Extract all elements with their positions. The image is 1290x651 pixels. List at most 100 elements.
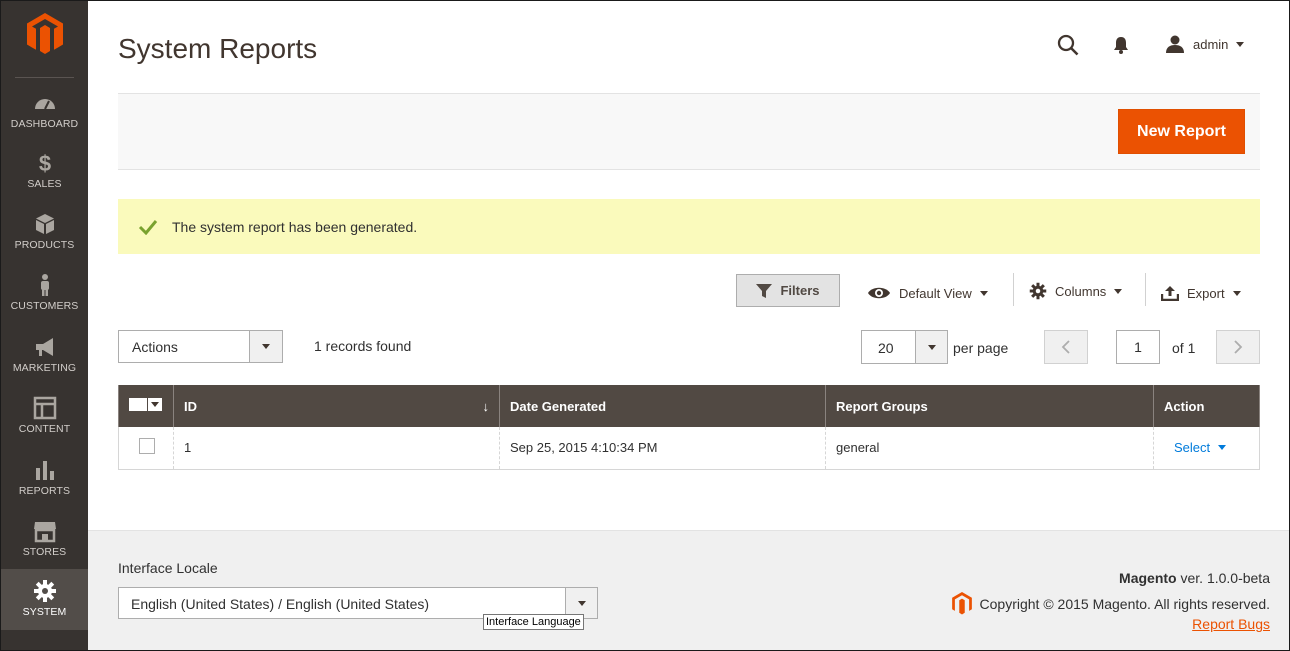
prev-page-button[interactable]: [1044, 330, 1088, 364]
sort-desc-icon: ↓: [482, 398, 490, 414]
report-bugs-link[interactable]: Report Bugs: [1192, 616, 1270, 632]
columns-control[interactable]: Columns: [1029, 282, 1123, 300]
new-report-button[interactable]: New Report: [1118, 109, 1245, 154]
dollar-icon: $: [38, 151, 50, 175]
row-action-select[interactable]: Select: [1174, 440, 1227, 455]
column-header-date[interactable]: Date Generated: [499, 385, 826, 427]
sidebar-item-label: REPORTS: [18, 485, 71, 497]
store-icon: [33, 522, 56, 543]
cell-date: Sep 25, 2015 4:10:34 PM: [499, 427, 826, 470]
sidebar-item-label: SALES: [27, 178, 62, 190]
next-page-button[interactable]: [1216, 330, 1260, 364]
sidebar-item-sales[interactable]: $ SALES: [1, 151, 88, 211]
sidebar-item-label: STORES: [22, 546, 67, 558]
sidebar-item-label: DASHBOARD: [10, 118, 79, 130]
gear-icon: [1029, 282, 1047, 300]
version-text: ver. 1.0.0-beta: [1176, 570, 1270, 586]
copyright: Copyright © 2015 Magento. All rights res…: [951, 592, 1270, 615]
sidebar-item-label: PRODUCTS: [14, 239, 75, 251]
user-menu[interactable]: admin: [1165, 34, 1245, 54]
column-header-id[interactable]: ID ↓: [173, 385, 500, 427]
per-page-select[interactable]: 20: [861, 330, 948, 364]
table-row[interactable]: 1 Sep 25, 2015 4:10:34 PM general Select: [118, 427, 1260, 470]
locale-tooltip: Interface Language: [483, 614, 584, 630]
svg-text:$: $: [38, 151, 50, 175]
success-message: The system report has been generated.: [118, 199, 1260, 254]
logo-divider: [15, 77, 74, 78]
sidebar-item-customers[interactable]: CUSTOMERS: [1, 273, 88, 333]
gear-icon: [33, 580, 56, 602]
filters-label: Filters: [780, 283, 820, 298]
sidebar-item-products[interactable]: PRODUCTS: [1, 212, 88, 272]
select-arrow: [915, 331, 947, 363]
copyright-text: Copyright © 2015 Magento. All rights res…: [979, 595, 1270, 612]
mass-select-header[interactable]: [118, 385, 174, 427]
page-title: System Reports: [118, 33, 318, 64]
chevron-down-icon: [1114, 288, 1123, 294]
magento-logo-icon[interactable]: [27, 13, 63, 55]
person-icon: [40, 274, 49, 296]
sidebar-item-label: CONTENT: [18, 423, 71, 435]
toolbar-divider: [1013, 273, 1014, 306]
select-arrow: [249, 331, 282, 362]
column-header-label: ID: [184, 398, 197, 414]
per-page-value: 20: [878, 340, 894, 356]
sidebar-item-label: CUSTOMERS: [10, 300, 79, 312]
magento-logo-icon: [951, 592, 972, 615]
row-checkbox[interactable]: [139, 438, 155, 455]
cell-groups: general: [825, 427, 1154, 470]
layout-icon: [33, 396, 56, 420]
page-actions-bar: New Report: [118, 93, 1260, 170]
sidebar-item-reports[interactable]: REPORTS: [1, 458, 88, 518]
view-selector[interactable]: Default View: [867, 285, 988, 301]
chevron-down-icon: [577, 600, 586, 606]
user-icon: [1166, 35, 1184, 53]
chevron-left-icon: [1061, 340, 1070, 354]
search-icon[interactable]: [1057, 34, 1079, 56]
export-label: Export: [1187, 285, 1225, 301]
per-page-label: per page: [953, 340, 1009, 356]
column-header-groups[interactable]: Report Groups: [825, 385, 1154, 427]
page-total: of 1: [1172, 340, 1196, 356]
checkbox-box: [129, 398, 147, 411]
sidebar-item-content[interactable]: CONTENT: [1, 396, 88, 456]
cube-icon: [35, 214, 54, 234]
grid-header-row: ID ↓ Date Generated Report Groups Action: [118, 385, 1260, 427]
chevron-right-icon: [1234, 340, 1243, 354]
chevron-down-icon: [151, 402, 159, 407]
sidebar-item-dashboard[interactable]: DASHBOARD: [1, 91, 88, 151]
chevron-down-icon: [1232, 290, 1241, 296]
page-number-input[interactable]: 1: [1116, 330, 1160, 364]
chevron-down-icon: [1218, 445, 1227, 451]
row-select-cell[interactable]: [118, 427, 174, 470]
chevron-down-icon: [979, 290, 988, 296]
checkmark-icon: [138, 219, 158, 235]
locale-label: Interface Locale: [118, 560, 218, 576]
admin-sidebar: DASHBOARD $ SALES PRODUCTS CUSTOMERS MAR…: [1, 1, 88, 650]
records-found: 1 records found: [314, 338, 412, 354]
sidebar-item-label: SYSTEM: [22, 606, 67, 618]
export-control[interactable]: Export: [1161, 285, 1241, 301]
view-label: Default View: [899, 285, 972, 301]
mass-actions-select[interactable]: Actions: [118, 330, 283, 363]
version-info: Magento ver. 1.0.0-beta: [1119, 570, 1270, 586]
column-header-action: Action: [1153, 385, 1260, 427]
bell-icon[interactable]: [1112, 36, 1130, 54]
export-icon: [1161, 286, 1179, 301]
brand-name: Magento: [1119, 570, 1177, 586]
sidebar-item-label: MARKETING: [12, 362, 77, 374]
chevron-down-icon: [1236, 41, 1245, 47]
mass-select-dropdown[interactable]: [148, 398, 162, 411]
reports-grid: ID ↓ Date Generated Report Groups Action…: [118, 385, 1260, 470]
dashboard-icon: [34, 99, 55, 110]
bar-chart-icon: [35, 461, 54, 480]
mass-select-checkbox[interactable]: [129, 398, 162, 411]
filters-button[interactable]: Filters: [736, 274, 840, 307]
eye-icon: [868, 287, 890, 299]
sidebar-item-system[interactable]: SYSTEM: [1, 569, 88, 630]
megaphone-icon: [35, 338, 53, 356]
locale-value: English (United States) / English (Unite…: [131, 596, 430, 612]
sidebar-item-marketing[interactable]: MARKETING: [1, 335, 88, 395]
chevron-down-icon: [927, 344, 936, 350]
user-name: admin: [1193, 36, 1229, 52]
